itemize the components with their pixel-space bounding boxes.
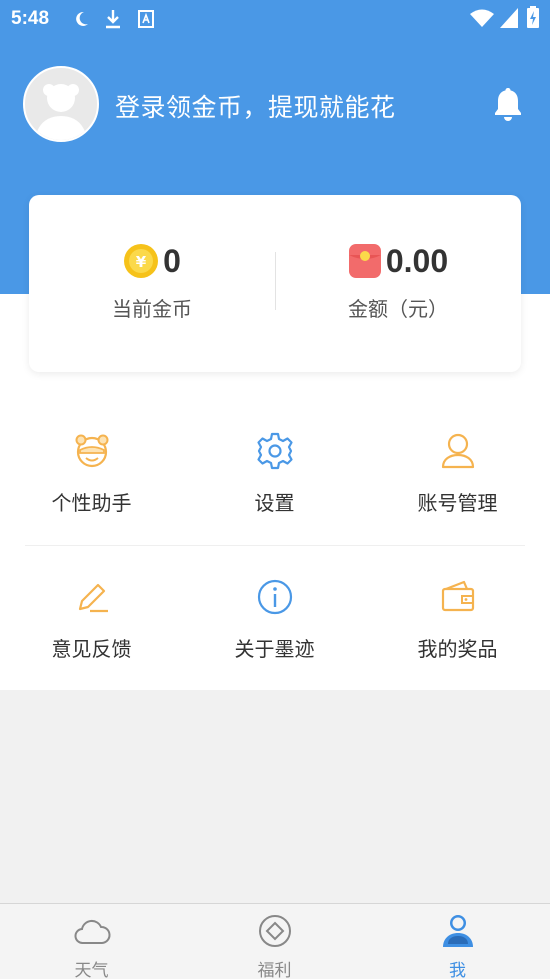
nav-tab-welfare[interactable]: 福利 bbox=[183, 904, 366, 979]
status-time: 5:48 bbox=[11, 8, 50, 29]
bell-icon[interactable] bbox=[492, 86, 524, 122]
red-envelope-icon bbox=[348, 244, 381, 278]
login-prompt[interactable]: 登录领金币，提现就能花 bbox=[115, 88, 396, 124]
coins-stat[interactable]: ¥ 0 当前金币 bbox=[29, 241, 275, 322]
coins-value: 0 bbox=[163, 242, 181, 279]
assistant-face-icon bbox=[75, 434, 109, 468]
balance-card: ¥ 0 当前金币 0.00 金额（元） bbox=[29, 195, 521, 372]
signal-icon bbox=[500, 8, 518, 28]
status-bar: 5:48 bbox=[0, 0, 550, 38]
menu-item-prizes[interactable]: 我的奖品 bbox=[366, 577, 549, 707]
user-icon bbox=[441, 433, 475, 469]
cloud-icon bbox=[74, 919, 111, 944]
pencil-icon bbox=[78, 583, 108, 613]
menu-item-assistant[interactable]: 个性助手 bbox=[0, 431, 183, 561]
battery-icon bbox=[527, 6, 539, 28]
bottom-nav: 天气 福利 我 bbox=[0, 903, 550, 979]
menu-item-account[interactable]: 账号管理 bbox=[366, 431, 549, 561]
amount-value: 0.00 bbox=[385, 242, 449, 279]
menu-label-feedback: 意见反馈 bbox=[51, 637, 132, 661]
profile-icon bbox=[443, 915, 473, 947]
menu-label-settings: 设置 bbox=[254, 491, 295, 515]
menu-label-assistant: 个性助手 bbox=[51, 491, 132, 515]
gear-icon bbox=[257, 432, 293, 470]
wallet-icon bbox=[441, 580, 475, 612]
menu-item-feedback[interactable]: 意见反馈 bbox=[0, 577, 183, 707]
diamond-coin-icon bbox=[259, 915, 291, 947]
amount-stat[interactable]: 0.00 金额（元） bbox=[275, 241, 521, 322]
nav-tab-weather[interactable]: 天气 bbox=[0, 904, 183, 979]
menu-label-about: 关于墨迹 bbox=[234, 637, 315, 661]
menu-item-settings[interactable]: 设置 bbox=[183, 431, 366, 561]
info-icon bbox=[257, 579, 293, 615]
coin-icon: ¥ bbox=[124, 244, 159, 278]
default-avatar-icon bbox=[35, 84, 87, 140]
translate-icon bbox=[138, 10, 154, 28]
download-icon bbox=[106, 10, 120, 29]
nav-tab-me[interactable]: 我 bbox=[366, 904, 549, 979]
svg-text:¥: ¥ bbox=[136, 253, 147, 271]
coins-label: 当前金币 bbox=[112, 297, 192, 321]
menu-label-prizes: 我的奖品 bbox=[417, 637, 498, 661]
menu-label-account: 账号管理 bbox=[417, 491, 498, 515]
moon-icon bbox=[76, 11, 88, 26]
amount-label: 金额（元） bbox=[348, 297, 448, 321]
nav-label-weather: 天气 bbox=[74, 961, 109, 979]
wifi-icon bbox=[470, 9, 494, 27]
menu-item-about[interactable]: 关于墨迹 bbox=[183, 577, 366, 707]
avatar[interactable] bbox=[23, 66, 99, 142]
nav-label-welfare: 福利 bbox=[257, 961, 292, 979]
nav-label-me: 我 bbox=[449, 961, 466, 979]
menu-divider bbox=[25, 545, 525, 546]
